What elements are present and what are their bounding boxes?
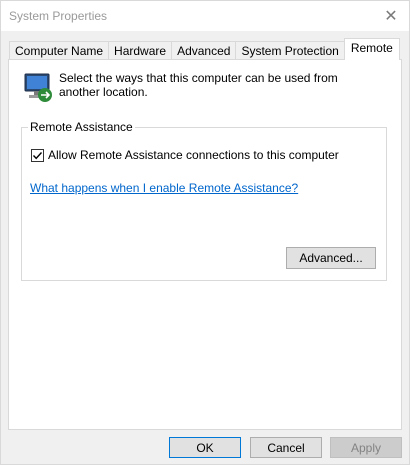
advanced-button[interactable]: Advanced... (286, 247, 376, 269)
cancel-button[interactable]: Cancel (250, 437, 322, 458)
remote-tab-panel: Select the ways that this computer can b… (8, 59, 402, 430)
group-label: Remote Assistance (28, 120, 135, 134)
allow-remote-assistance-label[interactable]: Allow Remote Assistance connections to t… (48, 148, 339, 162)
apply-button[interactable]: Apply (330, 437, 402, 458)
checkmark-icon (32, 151, 43, 159)
remote-assistance-group: Remote Assistance Allow Remote Assistanc… (21, 120, 387, 281)
remote-computer-icon (22, 71, 54, 103)
remote-assistance-help-link[interactable]: What happens when I enable Remote Assist… (30, 181, 298, 195)
system-properties-window: System Properties ✕ Computer Name Hardwa… (0, 0, 410, 465)
remote-intro-text: Select the ways that this computer can b… (59, 71, 338, 99)
tab-remote[interactable]: Remote (343, 38, 400, 60)
allow-remote-assistance-row[interactable]: Allow Remote Assistance connections to t… (31, 148, 339, 162)
tab-hardware[interactable]: Hardware (108, 41, 173, 60)
close-icon: ✕ (384, 8, 398, 25)
tab-advanced[interactable]: Advanced (171, 41, 237, 60)
allow-remote-assistance-checkbox[interactable] (31, 148, 44, 162)
close-button[interactable]: ✕ (373, 1, 409, 31)
ok-button[interactable]: OK (169, 437, 241, 458)
tab-computer-name[interactable]: Computer Name (9, 41, 110, 60)
tab-strip: Computer Name Hardware Advanced System P… (9, 38, 400, 60)
window-title: System Properties (9, 9, 108, 23)
title-bar: System Properties ✕ (1, 1, 409, 31)
tab-system-protection[interactable]: System Protection (235, 41, 345, 60)
